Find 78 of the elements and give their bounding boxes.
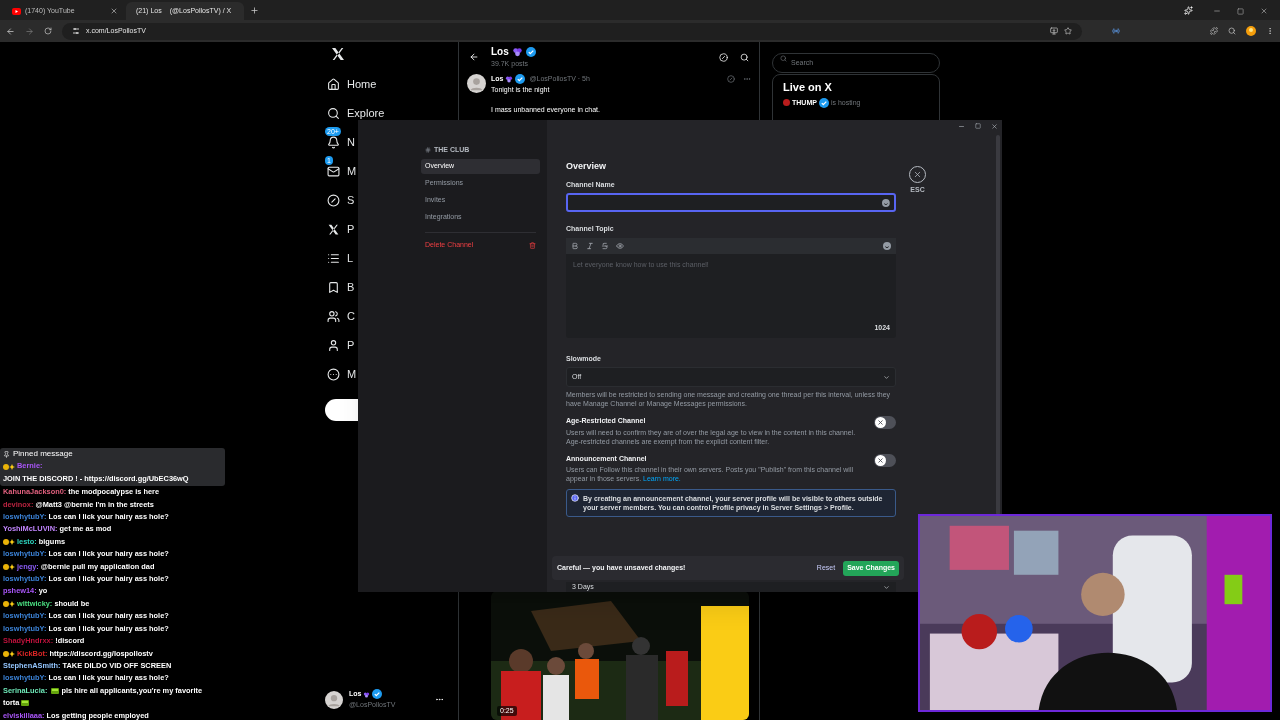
new-tab-icon[interactable] xyxy=(250,6,259,15)
youtube-icon xyxy=(12,7,21,15)
x-logo-icon xyxy=(327,223,340,236)
reload-icon[interactable] xyxy=(44,27,52,35)
broadcast-icon[interactable] xyxy=(1112,27,1120,35)
emote-icon xyxy=(21,700,30,707)
chevron-icon xyxy=(883,373,890,381)
x-logo-icon xyxy=(330,46,346,62)
x-icon xyxy=(877,456,884,464)
grape-emoji-icon xyxy=(505,75,514,84)
host-avatar-icon xyxy=(783,99,790,107)
emoji-icon[interactable] xyxy=(882,198,890,207)
bookmark-star-icon[interactable] xyxy=(1064,27,1072,35)
verified-badge-icon xyxy=(818,97,829,108)
more-icon xyxy=(327,368,340,381)
avatar-icon xyxy=(325,690,343,709)
nav-item[interactable]: C xyxy=(325,302,355,331)
bold-icon[interactable] xyxy=(571,241,579,250)
profile-avatar-icon[interactable] xyxy=(1246,26,1256,36)
toggle-switch[interactable] xyxy=(874,416,896,429)
close-icon[interactable] xyxy=(110,7,118,15)
maximize-icon[interactable] xyxy=(1237,8,1244,15)
search-icon[interactable] xyxy=(740,52,749,62)
emoji-icon[interactable] xyxy=(883,241,891,250)
nav-item[interactable]: B xyxy=(325,273,355,302)
nav-item[interactable]: Explore xyxy=(325,99,385,128)
menu-icon[interactable] xyxy=(1266,27,1274,35)
pin-icon xyxy=(3,450,10,458)
home-icon xyxy=(327,78,340,91)
nav-item[interactable]: L xyxy=(325,244,354,273)
chat-badge-icon xyxy=(3,463,15,470)
search-icon xyxy=(780,54,787,62)
info-icon xyxy=(571,494,579,502)
verified-badge-icon xyxy=(525,46,536,57)
sparkle-icon[interactable] xyxy=(1184,6,1193,15)
trash-icon xyxy=(529,241,536,249)
minimize-icon[interactable] xyxy=(958,123,965,130)
verified-badge-icon xyxy=(515,74,526,85)
pinned-title: Pinned message xyxy=(13,448,73,460)
forward-icon[interactable] xyxy=(25,26,34,36)
grape-emoji-icon xyxy=(363,690,371,698)
people-icon xyxy=(327,310,340,323)
grape-emoji-icon xyxy=(511,46,523,58)
x-icon xyxy=(877,419,884,426)
back-icon[interactable] xyxy=(6,26,15,36)
close-icon xyxy=(913,170,922,179)
strikethrough-icon[interactable] xyxy=(601,241,609,250)
bell-icon xyxy=(327,136,340,149)
toggle-switch[interactable] xyxy=(874,453,896,467)
extensions-icon[interactable] xyxy=(1210,27,1218,35)
maximize-icon[interactable] xyxy=(975,123,981,129)
install-icon[interactable] xyxy=(1050,27,1058,35)
list-icon xyxy=(327,252,340,265)
close-icon[interactable] xyxy=(1260,7,1268,15)
mail-icon xyxy=(327,165,340,178)
site-settings-icon xyxy=(72,27,80,35)
profile-name: Los xyxy=(491,45,509,60)
search-icon xyxy=(327,107,340,120)
page-heading: Overview xyxy=(566,160,608,173)
italic-icon[interactable] xyxy=(586,241,594,250)
back-icon[interactable] xyxy=(469,52,479,62)
nav-item[interactable]: S xyxy=(325,186,355,215)
close-icon[interactable] xyxy=(991,123,998,130)
search-tabs-icon[interactable] xyxy=(1228,27,1236,35)
channel-icon xyxy=(425,147,431,154)
nav-item[interactable]: P xyxy=(325,331,355,360)
nav-item[interactable]: M xyxy=(325,360,357,389)
channel-name-field[interactable] xyxy=(566,193,896,212)
bookmark-icon xyxy=(327,281,340,294)
avatar-icon xyxy=(467,74,486,93)
person-icon xyxy=(327,339,340,352)
nav-item[interactable]: P xyxy=(325,215,355,244)
card-title: Live on X xyxy=(783,80,833,95)
more-icon[interactable] xyxy=(435,695,445,704)
spoiler-icon[interactable] xyxy=(616,241,624,250)
chevron-icon xyxy=(883,583,890,591)
nav-item[interactable]: Home xyxy=(325,70,377,99)
verified-badge-icon xyxy=(372,689,383,700)
